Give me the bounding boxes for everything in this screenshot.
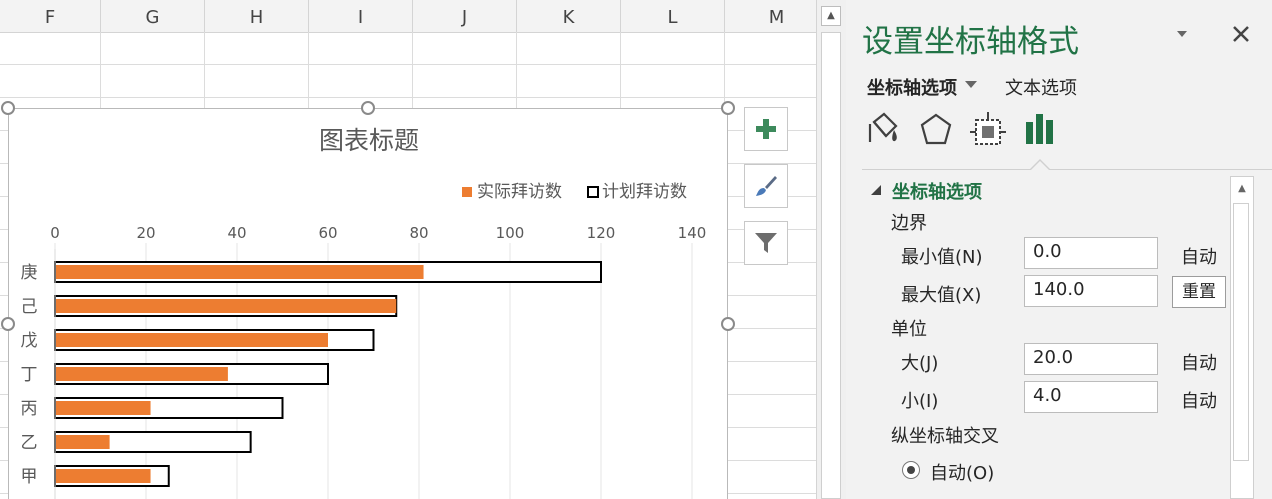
x-tick-label: 120 xyxy=(587,224,616,242)
grid-line xyxy=(0,64,816,65)
brush-icon xyxy=(756,176,777,196)
radio-selected-dot xyxy=(907,466,915,474)
filter-icon xyxy=(755,233,777,253)
minor-unit-label: 小(I) xyxy=(901,391,939,412)
resize-handle-top-left[interactable] xyxy=(1,101,15,115)
chart-styles-button[interactable] xyxy=(744,164,788,208)
column-header-bar: F G H I J K L M xyxy=(0,0,816,33)
major-unit-input[interactable]: 20.0 xyxy=(1024,343,1158,375)
cross-auto-radio[interactable] xyxy=(902,461,920,479)
bar-actual[interactable] xyxy=(56,333,328,347)
column-header-l[interactable]: L xyxy=(621,0,725,32)
size-properties-icon[interactable] xyxy=(968,110,1008,150)
pane-vertical-scrollbar[interactable]: ▲ xyxy=(1230,176,1254,499)
chart-filters-button[interactable] xyxy=(744,221,788,265)
min-auto-status: 自动 xyxy=(1181,247,1217,268)
major-auto-status: 自动 xyxy=(1181,353,1217,374)
category-label: 丁 xyxy=(21,365,38,385)
resize-handle-top[interactable] xyxy=(361,101,375,115)
category-label: 庚 xyxy=(21,263,38,283)
x-tick-label: 20 xyxy=(136,224,155,242)
scroll-thumb[interactable] xyxy=(1233,203,1249,461)
scroll-up-arrow[interactable]: ▲ xyxy=(1231,177,1253,201)
category-label: 乙 xyxy=(21,433,38,453)
plus-icon xyxy=(756,119,776,139)
x-tick-label: 40 xyxy=(227,224,246,242)
x-tick-label: 100 xyxy=(496,224,525,242)
bar-actual[interactable] xyxy=(56,367,228,381)
chevron-down-icon[interactable] xyxy=(964,80,978,90)
x-tick-label: 80 xyxy=(409,224,428,242)
minor-unit-input[interactable]: 4.0 xyxy=(1024,381,1158,413)
collapse-triangle-icon[interactable] xyxy=(870,184,882,196)
grid-line xyxy=(0,97,816,98)
scroll-up-arrow[interactable]: ▲ xyxy=(821,6,841,26)
max-value-input[interactable]: 140.0 xyxy=(1024,275,1158,307)
bar-chart[interactable]: 图表标题 实际拜访数 计划拜访数 0 20 40 60 80 100 120 140 庚己戊丁… xyxy=(8,108,728,499)
cross-auto-label[interactable]: 自动(O) xyxy=(930,459,994,485)
group-vertical-axis-crosses: 纵坐标轴交叉 xyxy=(891,426,999,447)
section-axis-options[interactable]: 坐标轴选项 xyxy=(892,178,982,204)
bar-actual[interactable] xyxy=(56,265,424,279)
x-tick-label: 60 xyxy=(318,224,337,242)
tab-axis-options[interactable]: 坐标轴选项 xyxy=(867,74,957,100)
sheet-vertical-scrollbar[interactable]: ▲ xyxy=(816,0,846,499)
effects-icon[interactable] xyxy=(916,110,956,150)
category-label: 丙 xyxy=(21,399,38,419)
selected-indicator-fill xyxy=(1031,161,1049,170)
resize-handle-left[interactable] xyxy=(1,317,15,331)
bar-actual[interactable] xyxy=(56,469,151,483)
fill-line-icon[interactable] xyxy=(864,110,904,150)
resize-handle-right[interactable] xyxy=(721,317,735,331)
chart-canvas: 图表标题 实际拜访数 计划拜访数 0 20 40 60 80 100 120 140 庚己戊丁… xyxy=(21,126,707,499)
pane-title: 设置坐标轴格式 xyxy=(862,24,1079,60)
worksheet-grid[interactable]: F G H I J K L M 图表标题 实际拜访数 计划拜访数 0 20 40 60… xyxy=(0,0,816,499)
category-label: 己 xyxy=(21,297,38,317)
group-units: 单位 xyxy=(891,319,927,340)
category-label: 戊 xyxy=(21,331,38,351)
min-value-input[interactable]: 0.0 xyxy=(1024,237,1158,269)
column-header-j[interactable]: J xyxy=(413,0,517,32)
x-tick-label: 0 xyxy=(50,224,60,242)
column-header-f[interactable]: F xyxy=(0,0,101,32)
chart-elements-button[interactable] xyxy=(744,107,788,151)
max-reset-button[interactable]: 重置 xyxy=(1172,276,1226,308)
legend-swatch-actual xyxy=(462,187,472,197)
group-bounds: 边界 xyxy=(891,213,927,234)
format-axis-pane: 设置坐标轴格式 坐标轴选项 文本选项 坐标轴选项 边界 最小值(N) 0.0 自… xyxy=(846,0,1272,499)
major-unit-label: 大(J) xyxy=(901,353,939,374)
resize-handle-top-right[interactable] xyxy=(721,101,735,115)
minor-auto-status: 自动 xyxy=(1181,391,1217,412)
x-tick-label: 140 xyxy=(678,224,707,242)
max-label: 最大值(X) xyxy=(901,285,982,306)
tab-text-options[interactable]: 文本选项 xyxy=(1005,74,1077,100)
column-header-i[interactable]: I xyxy=(309,0,413,32)
scroll-track[interactable] xyxy=(821,32,841,499)
bar-actual[interactable] xyxy=(56,299,397,313)
column-header-m[interactable]: M xyxy=(725,0,816,32)
column-header-k[interactable]: K xyxy=(517,0,621,32)
pane-options-dropdown-icon[interactable] xyxy=(1172,26,1192,42)
legend-swatch-planned xyxy=(587,186,599,198)
category-label: 甲 xyxy=(21,467,38,487)
column-header-h[interactable]: H xyxy=(205,0,309,32)
bar-actual[interactable] xyxy=(56,401,151,415)
legend-label-planned[interactable]: 计划拜访数 xyxy=(602,182,687,202)
divider xyxy=(862,169,1272,170)
axis-options-icon[interactable] xyxy=(1020,110,1060,150)
bar-actual[interactable] xyxy=(56,435,110,449)
chart-title[interactable]: 图表标题 xyxy=(319,126,419,155)
min-label: 最小值(N) xyxy=(901,247,983,268)
close-icon[interactable] xyxy=(1229,22,1253,46)
legend-label-actual[interactable]: 实际拜访数 xyxy=(477,182,562,202)
column-header-g[interactable]: G xyxy=(101,0,205,32)
